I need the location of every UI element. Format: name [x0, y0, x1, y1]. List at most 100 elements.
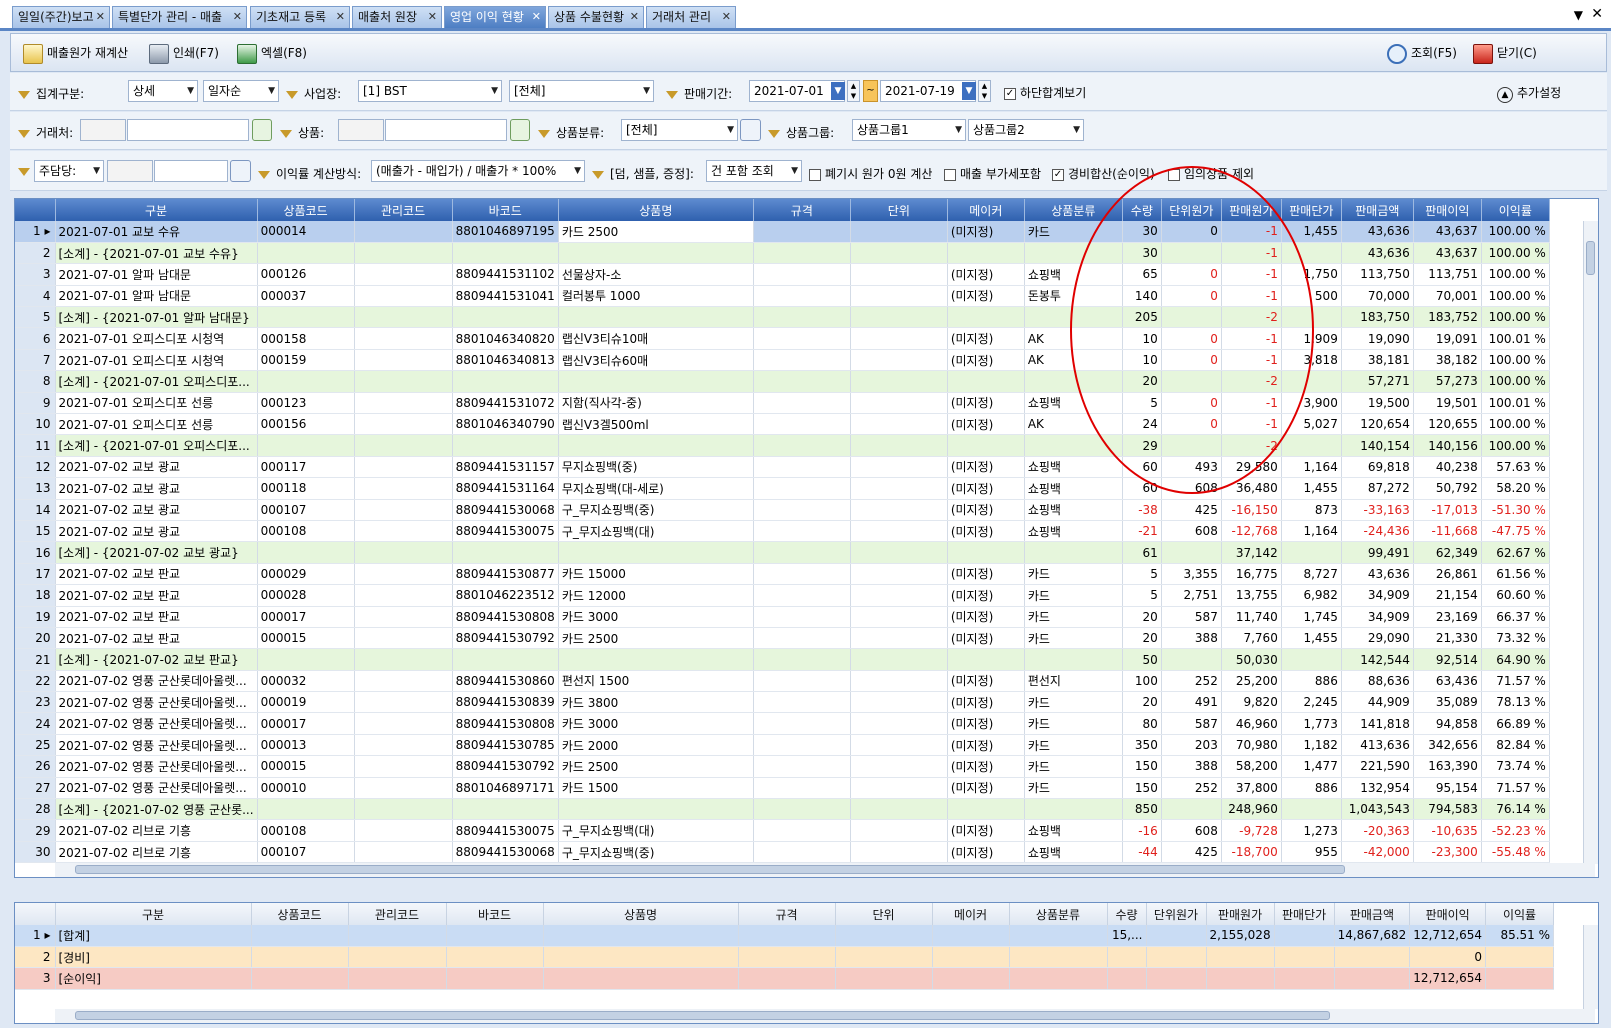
manager-select[interactable]: 주담당:: [34, 160, 104, 182]
column-header[interactable]: 판매단가: [1281, 199, 1342, 221]
table-row[interactable]: 19 2021-07-02 교보 판교 000017 8809441530808 카드 …: [15, 606, 1550, 628]
calendar-icon[interactable]: ▼: [831, 82, 845, 100]
column-header[interactable]: 관리코드: [348, 903, 447, 925]
bottom-sum-checkbox[interactable]: ✓ 하단합계보기: [1004, 84, 1086, 101]
column-header[interactable]: 메이커: [947, 199, 1025, 221]
close-icon[interactable]: ✕: [96, 7, 105, 27]
table-row[interactable]: 13 2021-07-02 교보 광교 000118 8809441531164 무지쇼…: [15, 477, 1550, 500]
table-row[interactable]: 27 2021-07-02 영풍 군산롯데아울렛... 000010 88010468…: [15, 777, 1550, 800]
table-row[interactable]: 1 ▸ 2021-07-01 교보 수유 000014 8801046897195 카드…: [15, 221, 1550, 243]
close-icon[interactable]: ✕: [722, 7, 731, 27]
table-row[interactable]: 17 2021-07-02 교보 판교 000029 8809441530877 카드 …: [15, 563, 1550, 586]
column-header[interactable]: 상품분류: [1009, 903, 1108, 925]
column-header[interactable]: 바코드: [452, 199, 559, 221]
table-row[interactable]: 3 2021-07-01 알파 남대문 000126 8809441531102 선물상…: [15, 263, 1550, 286]
product-lookup-icon[interactable]: [510, 119, 530, 141]
tab-6[interactable]: 상품 수불현황 ✕: [548, 6, 644, 28]
table-row[interactable]: 22 2021-07-02 영풍 군산롯데아울렛... 000032 88094415…: [15, 670, 1550, 693]
agg-select[interactable]: 상세: [128, 80, 198, 102]
tab-7[interactable]: 거래처 관리 ✕: [646, 6, 736, 28]
column-header[interactable]: 관리코드: [354, 199, 453, 221]
table-row[interactable]: 29 2021-07-02 리브로 기흥 000108 8809441530075 구_…: [15, 819, 1550, 842]
expense-checkbox[interactable]: ✓ 경비합산(순이익): [1052, 165, 1155, 182]
column-header[interactable]: 상품명: [543, 903, 739, 925]
table-row[interactable]: 7 2021-07-01 오피스디포 시청역 000159 8801046340813…: [15, 349, 1550, 372]
table-row[interactable]: 26 2021-07-02 영풍 군산롯데아울렛... 000015 88094415…: [15, 755, 1550, 778]
tab-1[interactable]: 일일(주간)보고 ✕: [12, 6, 110, 28]
table-row[interactable]: 10 2021-07-01 오피스디포 선릉 000156 8801046340790…: [15, 413, 1550, 436]
manager-code-input[interactable]: [107, 160, 153, 182]
manager-name-input[interactable]: [154, 160, 228, 182]
extra-items-select[interactable]: 건 포함 조회: [706, 160, 802, 182]
calendar-icon[interactable]: ▼: [962, 82, 976, 100]
table-row[interactable]: 25 2021-07-02 영풍 군산롯데아울렛... 000013 88094415…: [15, 734, 1550, 757]
close-button[interactable]: 닫기(C): [1473, 41, 1537, 65]
client-name-input[interactable]: [127, 119, 249, 141]
column-header[interactable]: 판매이익: [1409, 903, 1487, 925]
table-row[interactable]: 20 2021-07-02 교보 판교 000015 8809441530792 카드 …: [15, 627, 1550, 650]
column-header[interactable]: 상품코드: [257, 199, 355, 221]
column-header[interactable]: 판매단가: [1274, 903, 1335, 925]
column-header[interactable]: 단위원가: [1161, 199, 1222, 221]
profit-grid[interactable]: 구분 상품코드 관리코드 바코드 상품명 규격 단위 메이커 상품분류 수량 단위원가 판매원가 판매단…: [14, 198, 1599, 878]
column-header[interactable]: 상품코드: [251, 903, 349, 925]
table-row[interactable]: 2 [소계] - {2021-07-01 교보 수유} 30 -1 43,636 43,6…: [15, 242, 1550, 265]
tab-4[interactable]: 매출처 원장 ✕: [352, 6, 442, 28]
product-cat-select[interactable]: [전체]: [621, 119, 738, 141]
column-header[interactable]: 상품분류: [1024, 199, 1123, 221]
client-lookup-icon[interactable]: [252, 119, 272, 141]
table-row[interactable]: 14 2021-07-02 교보 광교 000107 8809441530068 구_무…: [15, 499, 1550, 521]
table-row[interactable]: 2 [경비] 0: [15, 946, 1555, 969]
table-row[interactable]: 21 [소계] - {2021-07-02 교보 판교} 50 50,030 142,5…: [15, 648, 1550, 671]
product-name-input[interactable]: [385, 119, 507, 141]
table-row[interactable]: 30 2021-07-02 리브로 기흥 000107 8809441530068 구_…: [15, 841, 1550, 864]
table-row[interactable]: 28 [소계] - {2021-07-02 영풍 군산롯... 850 248,960…: [15, 798, 1550, 821]
order-select[interactable]: 일자순: [203, 80, 279, 102]
column-header[interactable]: 수량: [1122, 199, 1162, 221]
table-row[interactable]: 6 2021-07-01 오피스디포 시청역 000158 8801046340820…: [15, 327, 1550, 350]
close-icon[interactable]: ✕: [532, 7, 541, 27]
column-header[interactable]: 단위원가: [1146, 903, 1207, 925]
date-from-spinner[interactable]: ▲ ▼: [847, 80, 860, 102]
summary-vertical-scrollbar[interactable]: [1583, 925, 1598, 1009]
product-group1-select[interactable]: 상품그룹1: [852, 119, 966, 141]
tab-2[interactable]: 특별단가 관리 - 매출 ✕: [112, 6, 247, 28]
print-button[interactable]: 인쇄(F7): [149, 41, 219, 65]
column-header[interactable]: 판매금액: [1341, 199, 1414, 221]
close-icon[interactable]: ✕: [630, 7, 639, 27]
table-row[interactable]: 1 ▸ [합계] 15,... 2,155,028 14,867,682 12,712,6…: [15, 925, 1555, 947]
column-header[interactable]: 구분: [55, 903, 252, 925]
table-row[interactable]: 11 [소계] - {2021-07-01 오피스디포... 29 -2 140,154…: [15, 434, 1550, 457]
column-header[interactable]: 상품명: [558, 199, 754, 221]
close-icon[interactable]: ✕: [233, 7, 242, 27]
summary-horizontal-scrollbar[interactable]: [55, 1009, 1595, 1023]
recalc-button[interactable]: 매출원가 재계산: [23, 41, 128, 65]
column-header[interactable]: 단위: [835, 903, 933, 925]
column-header[interactable]: 판매이익: [1413, 199, 1482, 221]
client-code-input[interactable]: [80, 119, 126, 141]
table-row[interactable]: 23 2021-07-02 영풍 군산롯데아울렛... 000019 88094415…: [15, 691, 1550, 714]
column-header[interactable]: 수량: [1107, 903, 1147, 925]
column-header[interactable]: 판매원가: [1206, 903, 1275, 925]
table-row[interactable]: 15 2021-07-02 교보 광교 000108 8809441530075 구_무…: [15, 520, 1550, 543]
table-row[interactable]: 24 2021-07-02 영풍 군산롯데아울렛... 000017 88094415…: [15, 712, 1550, 735]
table-row[interactable]: 12 2021-07-02 교보 광교 000117 8809441531157 무지쇼…: [15, 456, 1550, 479]
product-group2-select[interactable]: 상품그룹2: [968, 119, 1084, 141]
table-row[interactable]: 5 [소계] - {2021-07-01 알파 남대문} 205 -2 183,750 1…: [15, 306, 1550, 329]
tab-5[interactable]: 영업 이익 현황 ✕: [444, 6, 546, 28]
grid-horizontal-scrollbar[interactable]: [55, 863, 1595, 877]
column-header[interactable]: 판매원가: [1221, 199, 1282, 221]
vat-checkbox[interactable]: 매출 부가세포함: [944, 165, 1041, 182]
column-header[interactable]: 규격: [738, 903, 836, 925]
table-row[interactable]: 16 [소계] - {2021-07-02 교보 광교} 61 37,142 99,49…: [15, 541, 1550, 564]
column-header[interactable]: 메이커: [932, 903, 1010, 925]
column-header[interactable]: 바코드: [446, 903, 544, 925]
table-row[interactable]: 9 2021-07-01 오피스디포 선릉 000123 8809441531072 지…: [15, 392, 1550, 415]
close-all-icon[interactable]: ✕: [1591, 6, 1603, 22]
summary-grid[interactable]: 구분 상품코드 관리코드 바코드 상품명 규격 단위 메이커 상품분류 수량 단위원가 판매원가 판매단…: [14, 902, 1599, 1024]
column-header[interactable]: 이익률: [1481, 199, 1550, 221]
extra-settings-button[interactable]: ▲ 추가설정: [1497, 84, 1561, 103]
grid-vertical-scrollbar[interactable]: [1583, 221, 1598, 864]
search-button[interactable]: 조회(F5): [1387, 41, 1457, 65]
tab-list-dropdown-icon[interactable]: ▼: [1574, 8, 1583, 22]
